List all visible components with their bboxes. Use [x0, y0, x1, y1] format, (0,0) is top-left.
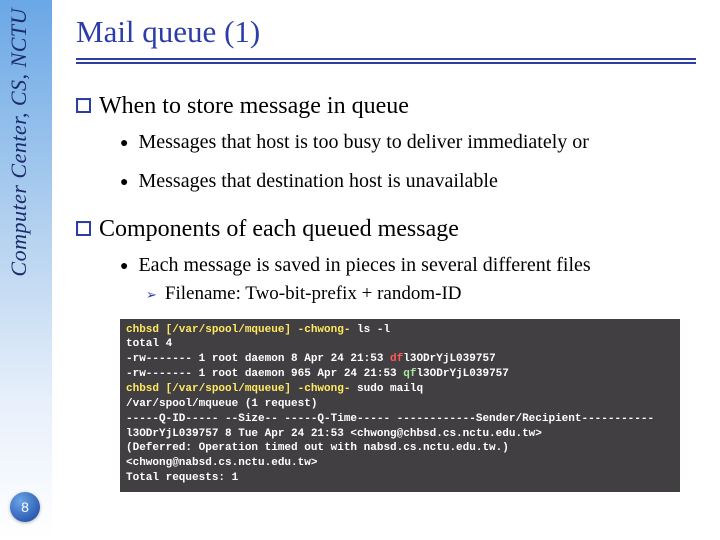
- bullet-text: Messages that destination host is unavai…: [138, 170, 497, 193]
- square-bullet-icon: [76, 98, 91, 113]
- triangle-icon: ➢: [146, 287, 157, 305]
- slide-title: Mail queue (1): [76, 14, 696, 50]
- square-bullet-icon: [76, 221, 91, 236]
- terminal-line: chbsd [/var/spool/mqueue] -chwong- sudo …: [126, 382, 674, 397]
- bullet-list: ● Messages that host is too busy to deli…: [120, 131, 696, 193]
- section-heading: Components of each queued message: [76, 215, 696, 244]
- terminal-line: <chwong@nabsd.cs.nctu.edu.tw>: [126, 456, 674, 471]
- divider-line-1: [76, 58, 696, 60]
- terminal-line: l3ODrYjL039757 8 Tue Apr 24 21:53 <chwon…: [126, 427, 674, 442]
- content-area: Mail queue (1) When to store message in …: [52, 0, 720, 540]
- heading-text: Components of each queued message: [99, 215, 459, 244]
- dot-icon: ●: [120, 136, 128, 154]
- terminal-output: chbsd [/var/spool/mqueue] -chwong- ls -l…: [120, 319, 680, 492]
- slide: Computer Center, CS, NCTU 8 Mail queue (…: [0, 0, 720, 540]
- terminal-line: (Deferred: Operation timed out with nabs…: [126, 441, 674, 456]
- sidebar: Computer Center, CS, NCTU 8: [0, 0, 52, 540]
- list-item: ● Messages that host is too busy to deli…: [120, 131, 696, 154]
- list-item: ● Each message is saved in pieces in sev…: [120, 254, 696, 277]
- page-number-badge: 8: [10, 492, 40, 522]
- bullet-list: ● Each message is saved in pieces in sev…: [120, 254, 696, 277]
- sub-bullet-text: Filename: Two-bit-prefix + random-ID: [165, 283, 462, 305]
- title-divider: [76, 58, 696, 64]
- sidebar-vertical-label: Computer Center, CS, NCTU: [6, 8, 32, 277]
- divider-line-2: [76, 62, 696, 64]
- sub-bullet: ➢ Filename: Two-bit-prefix + random-ID: [146, 283, 696, 305]
- terminal-line: chbsd [/var/spool/mqueue] -chwong- ls -l: [126, 323, 674, 338]
- list-item: ● Messages that destination host is unav…: [120, 170, 696, 193]
- dot-icon: ●: [120, 175, 128, 193]
- page-number: 8: [21, 499, 29, 515]
- terminal-line: -----Q-ID----- --Size-- -----Q-Time-----…: [126, 412, 674, 427]
- section-2: Components of each queued message ● Each…: [76, 215, 696, 305]
- terminal-line: -rw------- 1 root daemon 8 Apr 24 21:53 …: [126, 352, 674, 367]
- terminal-line: /var/spool/mqueue (1 request): [126, 397, 674, 412]
- terminal-line: -rw------- 1 root daemon 965 Apr 24 21:5…: [126, 367, 674, 382]
- dot-icon: ●: [120, 259, 128, 277]
- bullet-text: Each message is saved in pieces in sever…: [138, 254, 590, 277]
- terminal-line: Total requests: 1: [126, 471, 674, 486]
- terminal-line: total 4: [126, 337, 674, 352]
- heading-text: When to store message in queue: [99, 92, 409, 121]
- section-1: When to store message in queue ● Message…: [76, 92, 696, 193]
- section-heading: When to store message in queue: [76, 92, 696, 121]
- bullet-text: Messages that host is too busy to delive…: [138, 131, 589, 154]
